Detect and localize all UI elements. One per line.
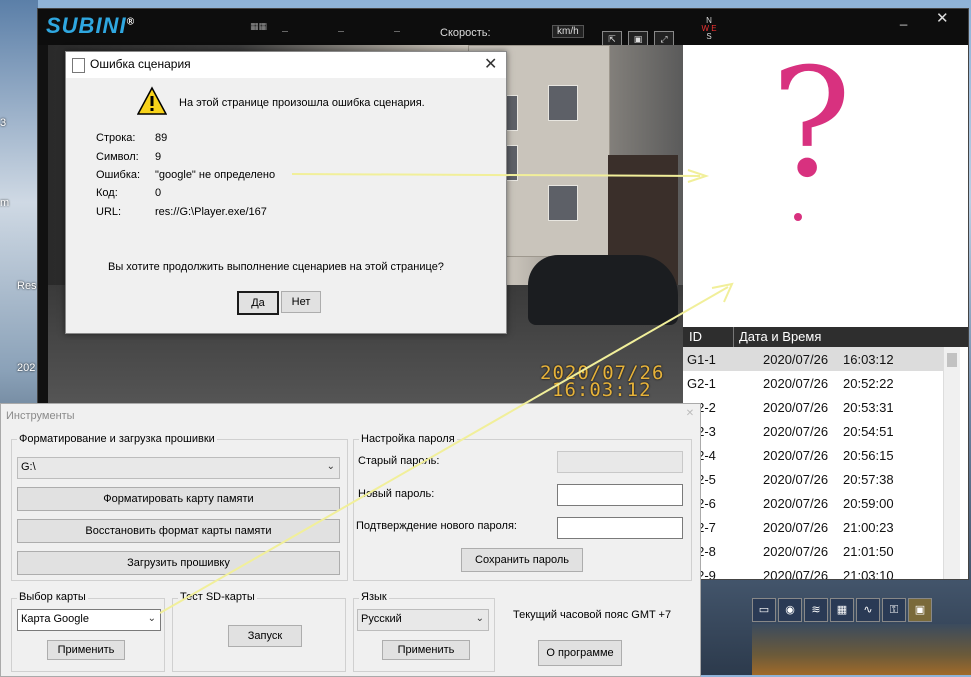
chevron-down-icon: ⌄ xyxy=(326,461,335,472)
wave-icon[interactable]: ∿ xyxy=(856,598,880,622)
monitor-icon[interactable]: ▭ xyxy=(752,598,776,622)
field-value: res://G:\Player.exe/167 xyxy=(155,206,267,218)
script-error-dialog: Ошибка сценария ✕ На этой странице произ… xyxy=(65,51,507,334)
no-button[interactable]: Нет xyxy=(281,291,321,313)
list-item[interactable]: G1-1 2020/07/26 16:03:12 xyxy=(683,347,943,371)
separator xyxy=(394,31,400,32)
timezone-label: Текущий часовой пояс GMT +7 xyxy=(513,609,672,621)
app-logo: SUBINI® xyxy=(46,13,135,38)
tools-window: Инструменты ✕ Форматирование и загрузка … xyxy=(0,403,701,677)
list-item[interactable]: G2-2 2020/07/26 20:53:31 xyxy=(683,395,943,419)
desktop-label: Res xyxy=(17,280,37,292)
list-item[interactable]: G2-7 2020/07/26 21:00:23 xyxy=(683,515,943,539)
upload-firmware-button[interactable]: Загрузить прошивку xyxy=(17,551,340,575)
desktop-background xyxy=(752,624,971,675)
desktop-label: 3 xyxy=(0,117,7,129)
list-item[interactable]: G2-6 2020/07/26 20:59:00 xyxy=(683,491,943,515)
scrollbar-thumb[interactable] xyxy=(947,353,957,367)
error-message: На этой странице произошла ошибка сценар… xyxy=(179,97,425,109)
close-button[interactable]: ✕ xyxy=(936,9,949,27)
minimize-button[interactable]: _ xyxy=(900,11,907,26)
field-key: Строка: xyxy=(96,132,136,144)
field-key: URL: xyxy=(96,206,122,218)
speed-unit: km/h xyxy=(552,25,584,38)
old-password-input xyxy=(557,451,683,473)
language-apply-button[interactable]: Применить xyxy=(382,640,470,660)
map-icon[interactable]: ▦ xyxy=(830,598,854,622)
restore-format-button[interactable]: Восстановить формат карты памяти xyxy=(17,519,340,543)
map-apply-button[interactable]: Применить xyxy=(47,640,125,660)
key-icon[interactable]: ⚿ xyxy=(882,598,906,622)
firmware-group-label: Форматирование и загрузка прошивки xyxy=(17,433,217,445)
map-group-label: Выбор карты xyxy=(17,591,88,603)
tools-close-button[interactable]: ✕ xyxy=(683,408,697,422)
field-key: Символ: xyxy=(96,151,139,163)
list-item[interactable]: G2-5 2020/07/26 20:57:38 xyxy=(683,467,943,491)
field-key: Код: xyxy=(96,187,118,199)
password-group-label: Настройка пароля xyxy=(359,433,457,445)
list-item[interactable]: G2-8 2020/07/26 21:01:50 xyxy=(683,539,943,563)
list-item[interactable]: G2-4 2020/07/26 20:56:15 xyxy=(683,443,943,467)
new-password-input[interactable] xyxy=(557,484,683,506)
field-value: 0 xyxy=(155,187,162,199)
sdtest-group-label: Тест SD-карты xyxy=(178,591,257,603)
desktop-label: 202 xyxy=(17,362,36,374)
question-annotation: ? xyxy=(771,37,852,211)
list-header: ID Дата и Время xyxy=(683,327,968,347)
column-divider xyxy=(733,327,734,347)
dialog-question: Вы хотите продолжить выполнение сценарие… xyxy=(108,261,444,273)
dialog-titlebar: Ошибка сценария ✕ xyxy=(66,52,506,78)
car-image xyxy=(528,255,678,325)
gsensor-icon[interactable]: ◉ xyxy=(778,598,802,622)
building-window xyxy=(548,85,578,121)
lock-icon[interactable]: ▣ xyxy=(908,598,932,622)
language-group-label: Язык xyxy=(359,591,389,603)
format-card-button[interactable]: Форматировать карту памяти xyxy=(17,487,340,511)
confirm-password-label: Подтверждение нового пароля: xyxy=(356,520,517,532)
language-select[interactable]: Русский ⌄ xyxy=(357,609,489,631)
map-panel[interactable]: ? xyxy=(683,45,968,327)
confirm-password-input[interactable] xyxy=(557,517,683,539)
document-icon xyxy=(72,58,85,73)
column-header-id[interactable]: ID xyxy=(689,329,702,344)
yes-button[interactable]: Да xyxy=(237,291,279,315)
new-password-label: Новый пароль: xyxy=(358,488,435,500)
speed-icon[interactable]: ≋ xyxy=(804,598,828,622)
chevron-down-icon: ⌄ xyxy=(147,613,156,624)
field-value: 9 xyxy=(155,151,162,163)
tools-title: Инструменты xyxy=(6,410,75,422)
building-window xyxy=(548,185,578,221)
field-value: "google" не определено xyxy=(155,169,276,181)
warning-icon xyxy=(137,86,167,115)
drive-select[interactable]: G:\ ⌄ xyxy=(17,457,340,479)
video-timestamp: 2020/07/26 16:03:12 xyxy=(540,362,665,401)
compass-icon: N W E S xyxy=(701,16,717,41)
satellite-icon: ▦▦ xyxy=(250,21,268,31)
list-item[interactable]: G2-3 2020/07/26 20:54:51 xyxy=(683,419,943,443)
list-body: G1-1 2020/07/26 16:03:12 G2-1 2020/07/26… xyxy=(683,347,943,579)
map-select[interactable]: Карта Google ⌄ xyxy=(17,609,161,631)
sdtest-run-button[interactable]: Запуск xyxy=(228,625,302,647)
dialog-close-button[interactable]: ✕ xyxy=(484,54,497,74)
column-header-datetime[interactable]: Дата и Время xyxy=(739,329,821,344)
file-list: ID Дата и Время G1-1 2020/07/26 16:03:12… xyxy=(683,327,968,579)
field-value: 89 xyxy=(155,132,168,144)
chevron-down-icon: ⌄ xyxy=(475,613,484,624)
old-password-label: Старый пароль: xyxy=(358,455,440,467)
dialog-title: Ошибка сценария xyxy=(90,57,191,71)
separator xyxy=(282,31,288,32)
separator xyxy=(338,31,344,32)
list-item[interactable]: G2-9 2020/07/26 21:03:10 xyxy=(683,563,943,579)
speed-label: Скорость: xyxy=(440,27,491,39)
list-scrollbar[interactable] xyxy=(943,347,960,579)
about-button[interactable]: О программе xyxy=(538,640,622,666)
field-key: Ошибка: xyxy=(96,169,141,181)
list-item[interactable]: G2-1 2020/07/26 20:52:22 xyxy=(683,371,943,395)
player-toolbar: ▭ ◉ ≋ ▦ ∿ ⚿ ▣ xyxy=(752,598,957,624)
save-password-button[interactable]: Сохранить пароль xyxy=(461,548,583,572)
desktop-label: m xyxy=(0,197,10,209)
